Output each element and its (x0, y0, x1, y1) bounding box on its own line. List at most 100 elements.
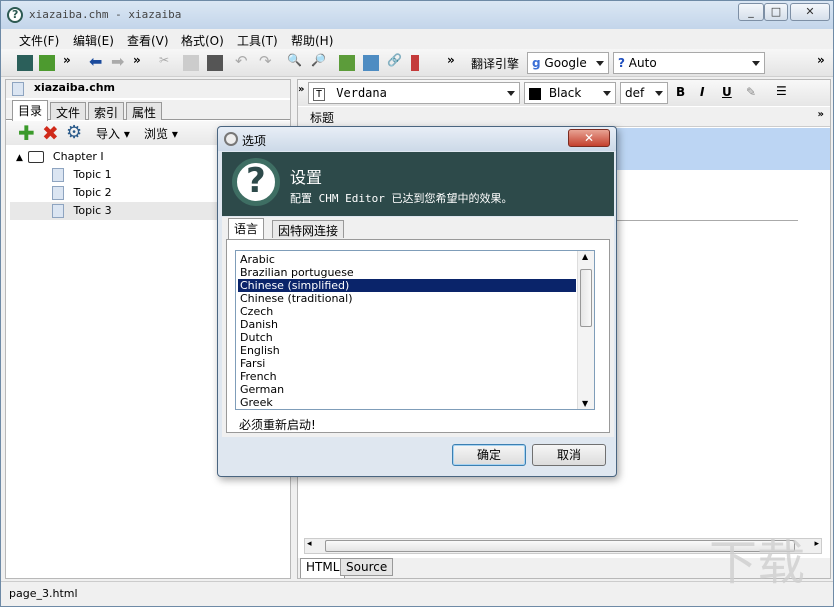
options-dialog: 选项 ✕ 设置 配置 CHM Editor 已达到您希望中的效果。 语言 因特网… (217, 126, 617, 477)
list-item[interactable]: German (238, 383, 576, 396)
list-item[interactable]: Farsi (238, 357, 576, 370)
app-icon (7, 7, 23, 23)
list-item[interactable]: Czech (238, 305, 576, 318)
link-icon[interactable]: 🔗 (387, 53, 403, 69)
gear-icon (224, 132, 238, 146)
italic-button[interactable]: I (700, 85, 704, 99)
insert-picture-icon[interactable] (363, 55, 379, 71)
list-item[interactable]: Greek (238, 396, 576, 409)
list-item[interactable]: Chinese (traditional) (238, 292, 576, 305)
list-item[interactable]: French (238, 370, 576, 383)
scroll-thumb[interactable] (580, 269, 592, 327)
menu-view[interactable]: 查看(V) (127, 32, 169, 49)
file-name: xiazaiba.chm (34, 81, 115, 94)
menu-file[interactable]: 文件(F) (19, 32, 59, 49)
dialog-title: 选项 (242, 132, 266, 149)
language-select[interactable]: ? Auto (613, 52, 765, 74)
color-swatch (529, 88, 541, 100)
back-arrow-icon[interactable]: ⬅ (89, 52, 105, 68)
insert-image-icon[interactable] (339, 55, 355, 71)
copy-icon[interactable] (183, 55, 199, 71)
toolbar-more-3[interactable]: » (447, 53, 457, 69)
title-bar: xiazaiba.chm - xiazaiba _ □ ✕ (1, 1, 833, 29)
tab-properties[interactable]: 属性 (126, 102, 162, 120)
heading-label: 标题 (310, 109, 334, 126)
cancel-button[interactable]: 取消 (532, 444, 606, 466)
file-header: xiazaiba.chm (6, 80, 290, 98)
redo-icon[interactable]: ↷ (259, 52, 275, 68)
tree-item-chapter[interactable]: ▲ Chapter I (16, 148, 104, 166)
bookmark-icon[interactable] (411, 55, 419, 71)
scroll-left-icon[interactable]: ◂ (307, 539, 312, 549)
window-title: xiazaiba.chm - xiazaiba (29, 8, 181, 21)
engine-select[interactable]: g Google (527, 52, 609, 74)
import-button[interactable]: 导入 ▾ (96, 125, 130, 142)
tab-files[interactable]: 文件 (50, 102, 86, 120)
replace-icon[interactable]: 🔎 (311, 53, 327, 69)
toolbar-more-6[interactable]: » (818, 109, 824, 120)
list-item[interactable]: Brazilian portuguese (238, 266, 576, 279)
align-icon[interactable]: ☰ (776, 84, 787, 98)
minimize-button[interactable]: _ (738, 3, 764, 21)
cut-icon[interactable]: ✂ (159, 53, 175, 69)
import-label: 导入 (96, 127, 120, 141)
tree-item-topic3[interactable]: Topic 3 (10, 202, 222, 220)
divider (616, 220, 798, 221)
find-icon[interactable]: 🔍 (287, 53, 303, 69)
menu-help[interactable]: 帮助(H) (291, 32, 333, 49)
menu-edit[interactable]: 编辑(E) (73, 32, 114, 49)
file-icon (12, 82, 24, 96)
dialog-close-button[interactable]: ✕ (568, 129, 610, 147)
color-value: Black (549, 86, 581, 100)
list-item-selected[interactable]: Chinese (simplified) (238, 279, 576, 292)
maximize-button[interactable]: □ (764, 3, 788, 21)
tab-contents[interactable]: 目录 (12, 100, 48, 121)
list-item[interactable]: Arabic (238, 253, 576, 266)
page-icon (52, 168, 64, 182)
gear-icon[interactable]: ⚙ (66, 122, 82, 143)
list-item[interactable]: English (238, 344, 576, 357)
paste-icon[interactable] (207, 55, 223, 71)
toolbar-more-1[interactable]: » (63, 53, 73, 69)
vertical-scrollbar[interactable]: ▲ ▼ (577, 251, 594, 409)
save-icon[interactable] (39, 55, 55, 71)
scroll-up-icon[interactable]: ▲ (582, 252, 588, 261)
help-logo-icon (232, 158, 280, 206)
tab-source[interactable]: Source (340, 558, 393, 576)
menu-tools[interactable]: 工具(T) (237, 32, 278, 49)
delete-icon[interactable]: ✖ (42, 121, 59, 145)
tree-item-label: Topic 3 (74, 204, 112, 217)
highlight-icon[interactable]: ✎ (746, 85, 756, 99)
menu-format[interactable]: 格式(O) (181, 32, 224, 49)
tree-item-topic2[interactable]: Topic 2 (52, 184, 112, 202)
underline-button[interactable]: U (722, 85, 732, 99)
new-icon[interactable] (17, 55, 33, 71)
browse-button[interactable]: 浏览 ▾ (144, 125, 178, 142)
language-list[interactable]: Arabic Brazilian portuguese Chinese (sim… (235, 250, 595, 410)
toolbar-more-2[interactable]: » (133, 53, 143, 69)
tab-language[interactable]: 语言 (228, 218, 264, 239)
chevron-down-icon (596, 61, 604, 66)
list-item[interactable]: Dutch (238, 331, 576, 344)
undo-icon[interactable]: ↶ (235, 52, 251, 68)
forward-arrow-icon[interactable]: ➡ (111, 52, 127, 68)
toolbar-more-5[interactable]: » (298, 84, 304, 95)
close-window-button[interactable]: ✕ (790, 3, 830, 21)
size-select[interactable]: def (620, 82, 668, 104)
tree-item-label: Topic 2 (74, 186, 112, 199)
tab-html[interactable]: HTML (300, 558, 345, 578)
expand-icon[interactable]: ▲ (16, 153, 23, 163)
add-icon[interactable]: ✚ (18, 121, 35, 145)
tab-internet[interactable]: 因特网连接 (272, 220, 344, 238)
list-item[interactable]: Danish (238, 318, 576, 331)
book-icon (28, 151, 44, 163)
bold-button[interactable]: B (676, 85, 685, 99)
font-select[interactable]: T Verdana (308, 82, 520, 104)
tab-index[interactable]: 索引 (88, 102, 124, 120)
ok-button[interactable]: 确定 (452, 444, 526, 466)
toolbar-more-4[interactable]: » (817, 53, 827, 69)
scroll-down-icon[interactable]: ▼ (582, 399, 588, 408)
tree-item-topic1[interactable]: Topic 1 (52, 166, 112, 184)
status-text: page_3.html (9, 587, 78, 600)
color-select[interactable]: Black (524, 82, 616, 104)
